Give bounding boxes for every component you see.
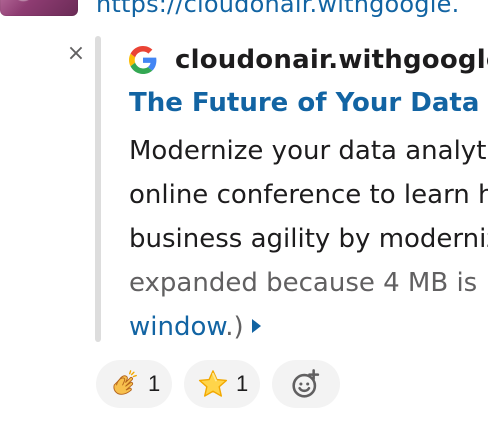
reaction-clapping-hands[interactable]: 1 bbox=[96, 360, 172, 408]
unfurl-description-line: online conference to learn h bbox=[129, 180, 488, 210]
expand-arrow-icon[interactable] bbox=[251, 318, 261, 333]
reaction-count: 1 bbox=[236, 371, 249, 396]
reaction-star[interactable]: 1 bbox=[184, 360, 260, 408]
unfurl-description-line: Modernize your data analyt bbox=[129, 136, 487, 166]
message-link[interactable]: https://cloudonair.withgoogle. bbox=[96, 0, 459, 18]
unfurl-source-name[interactable]: cloudonair.withgoogle.c bbox=[175, 45, 488, 75]
unfurl-source-row: cloudonair.withgoogle.c bbox=[129, 38, 488, 82]
link-unfurl: cloudonair.withgoogle.c The Future of Yo… bbox=[129, 38, 488, 344]
unfurl-preview-note: expanded because 4 MB is bbox=[129, 268, 478, 298]
avatar[interactable] bbox=[0, 0, 78, 16]
unfurl-description-line: business agility by moderniz bbox=[129, 224, 488, 254]
google-g-icon bbox=[129, 46, 157, 74]
add-reaction-icon bbox=[289, 367, 323, 401]
star-icon bbox=[196, 367, 230, 401]
attachment-quote-bar bbox=[95, 36, 101, 342]
message-header-row: https://cloudonair.withgoogle. bbox=[0, 0, 488, 28]
clapping-hands-icon bbox=[108, 367, 142, 401]
reaction-count: 1 bbox=[148, 371, 161, 396]
unfurl-description: Modernize your data analyt online confer… bbox=[129, 129, 488, 344]
preview-note-suffix: .) bbox=[225, 312, 244, 342]
add-reaction-button[interactable] bbox=[272, 360, 340, 408]
reactions-bar: 1 1 bbox=[96, 360, 340, 408]
unfurl-preview-note-line: window.) bbox=[129, 305, 488, 344]
unfurl-title-link[interactable]: The Future of Your Data Wa bbox=[129, 83, 488, 123]
open-window-link[interactable]: window bbox=[129, 312, 225, 342]
close-icon[interactable]: × bbox=[66, 42, 86, 66]
